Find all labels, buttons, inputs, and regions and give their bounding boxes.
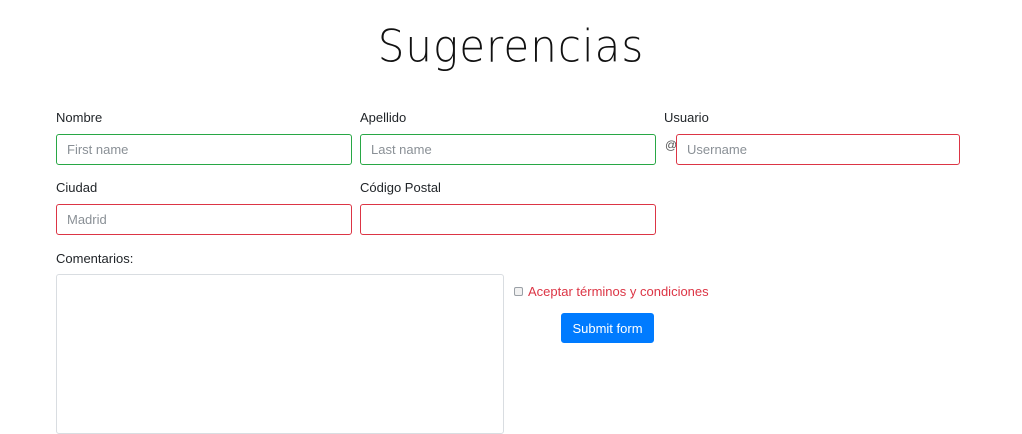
comentarios-label: Comentarios: [56, 251, 134, 266]
comentarios-textarea[interactable] [56, 274, 504, 434]
usuario-label: Usuario [664, 110, 709, 125]
submit-button[interactable]: Submit form [561, 313, 654, 343]
username-input[interactable] [676, 134, 960, 165]
codigo-postal-label: Código Postal [360, 180, 441, 195]
terms-checkbox-row[interactable]: Aceptar términos y condiciones [514, 284, 709, 299]
codigo-postal-input[interactable] [360, 204, 656, 235]
page-title: Sugerencias [377, 20, 645, 73]
ciudad-input[interactable] [56, 204, 352, 235]
apellido-label: Apellido [360, 110, 407, 125]
nombre-label: Nombre [56, 110, 103, 125]
ciudad-label: Ciudad [56, 180, 98, 195]
nombre-input[interactable] [56, 134, 352, 165]
apellido-input[interactable] [360, 134, 656, 165]
terms-checkbox[interactable] [514, 287, 523, 296]
terms-label[interactable]: Aceptar términos y condiciones [528, 284, 709, 299]
